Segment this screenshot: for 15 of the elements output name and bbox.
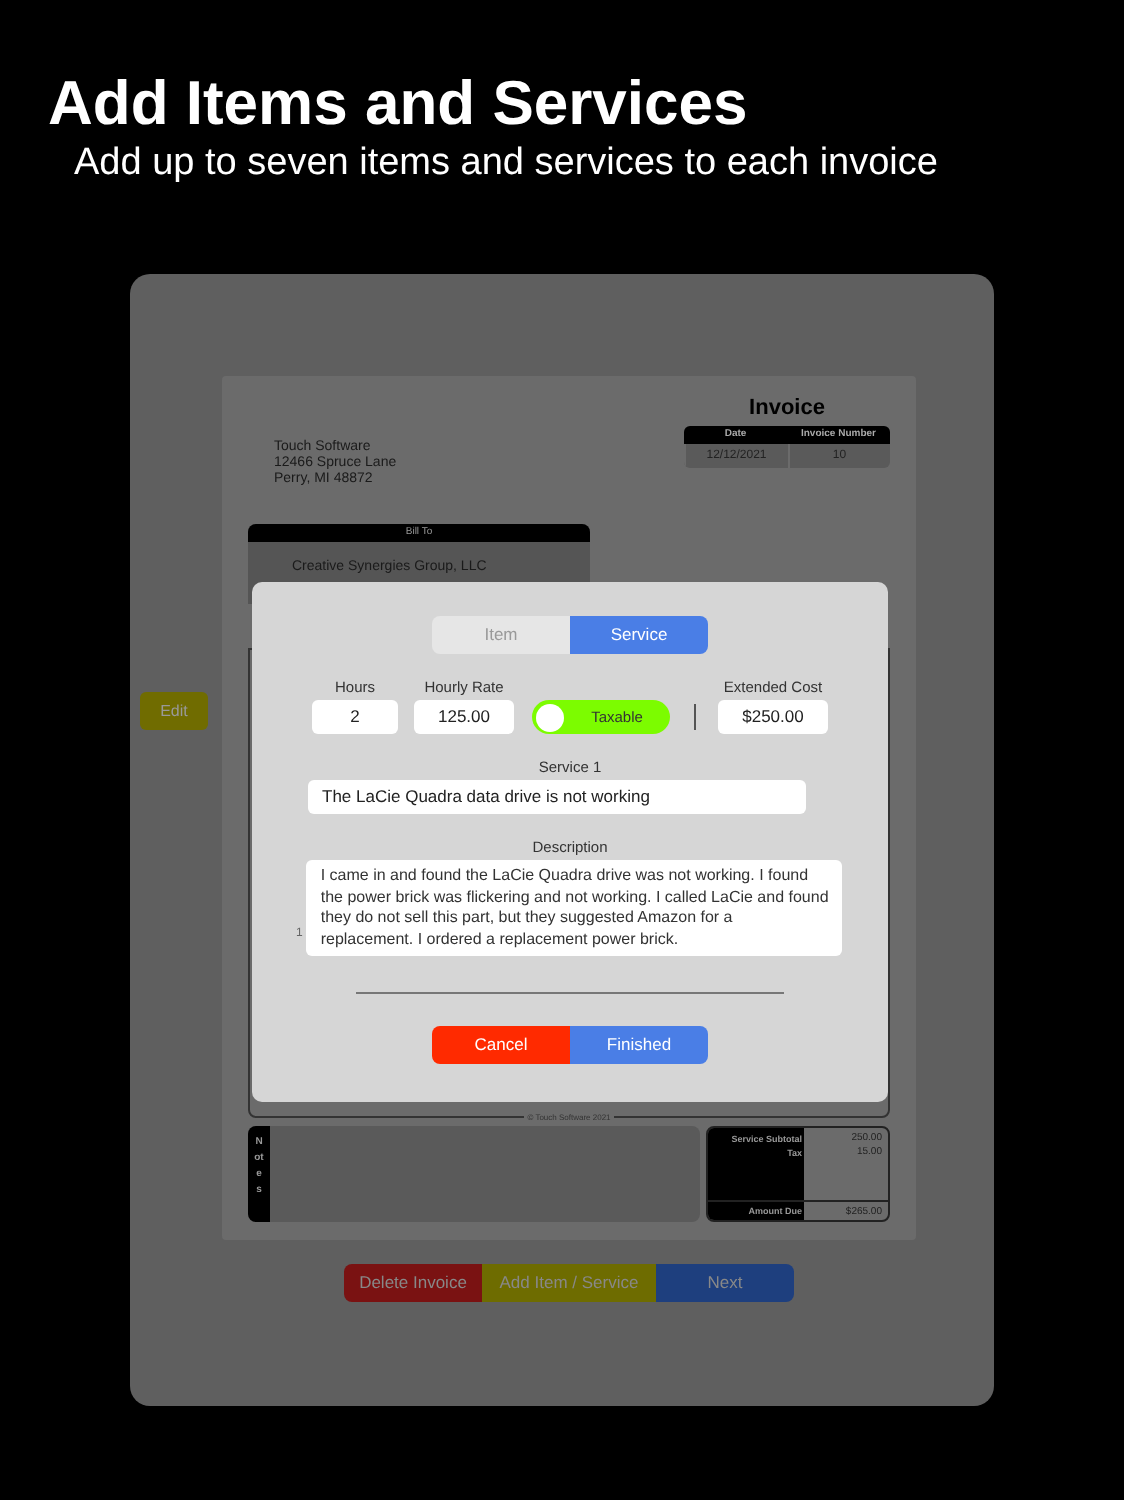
input-field[interactable]: 125.00 — [414, 700, 514, 734]
promo-subtitle: Add up to seven items and services to each invoice — [74, 140, 938, 188]
segment-tab[interactable]: Service — [570, 616, 708, 654]
service-field[interactable]: The LaCie Quadra data drive is not working — [308, 780, 806, 814]
action-button[interactable]: Next — [656, 1264, 794, 1302]
toggle-knob — [536, 703, 564, 731]
promo-title: Add Items and Services — [48, 68, 748, 140]
description-field[interactable]: I came in and found the LaCie Quadra drive was not working. I found the power brick was flickering and not working. I called LaCie and found they do not sell this part, but they suggested Amazon for a replacement. I ordered a replacement power brick. — [306, 860, 843, 956]
dialog-button[interactable]: Finished — [570, 1026, 708, 1064]
action-button[interactable]: Delete Invoice — [344, 1264, 482, 1302]
segment-tab[interactable]: Item — [432, 616, 570, 654]
input-field[interactable]: 2 — [312, 700, 398, 734]
dialog-button[interactable]: Cancel — [432, 1026, 570, 1064]
invoice-title: Invoice — [749, 394, 825, 422]
extended-cost-field[interactable]: $250.00 — [718, 700, 828, 734]
